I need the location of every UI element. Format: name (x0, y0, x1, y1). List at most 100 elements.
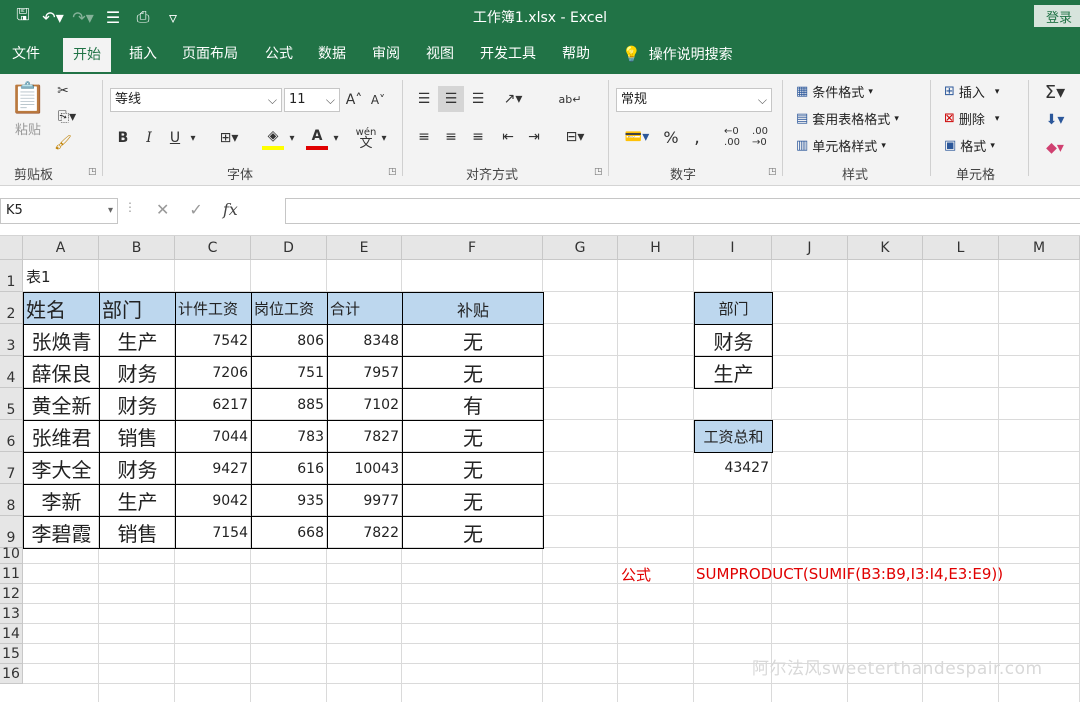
orientation-icon[interactable]: ↗▾ (496, 86, 530, 112)
data-cell[interactable]: 7957 (327, 356, 403, 389)
formula-text-cell[interactable]: SUMPRODUCT(SUMIF(B3:B9,I3:I4,E3:E9)) (694, 564, 1054, 584)
data-cell[interactable]: 7822 (327, 516, 403, 549)
select-all-corner[interactable] (0, 236, 23, 260)
bold-button[interactable]: B (112, 126, 134, 150)
tab-page-layout[interactable]: 页面布局 (182, 34, 238, 74)
data-cell[interactable]: 生产 (99, 324, 176, 357)
data-cell[interactable]: 张焕青 (23, 324, 100, 357)
data-cell[interactable]: 李新 (23, 484, 100, 517)
data-cell[interactable]: 7102 (327, 388, 403, 421)
data-cell[interactable]: 7827 (327, 420, 403, 453)
name-box[interactable]: K5 ▾ (0, 198, 118, 224)
data-cell[interactable]: 7044 (175, 420, 252, 453)
tab-developer[interactable]: 开发工具 (480, 34, 536, 74)
insert-function-icon[interactable]: fx (223, 200, 238, 219)
row-header-6[interactable]: 6 (0, 420, 23, 452)
row-header-14[interactable]: 14 (0, 624, 23, 644)
comma-style-button[interactable]: , (686, 124, 708, 150)
data-cell[interactable]: 无 (402, 516, 544, 549)
italic-button[interactable]: I (138, 126, 160, 150)
percent-style-button[interactable]: % (660, 124, 682, 150)
criteria-cell[interactable]: 生产 (694, 356, 773, 389)
chevron-down-icon[interactable]: ▾ (330, 126, 342, 150)
column-header-l[interactable]: L (923, 236, 999, 260)
font-launcher-icon[interactable]: ◳ (388, 167, 397, 177)
data-cell[interactable]: 9427 (175, 452, 252, 485)
tab-file[interactable]: 文件 (12, 34, 40, 74)
data-cell[interactable]: 8348 (327, 324, 403, 357)
data-cell[interactable]: 668 (251, 516, 328, 549)
data-cell[interactable]: 财务 (99, 356, 176, 389)
header-cell-4[interactable]: 合计 (327, 292, 403, 325)
fill-color-icon[interactable]: ◈ (262, 126, 284, 150)
header-cell-0[interactable]: 姓名 (23, 292, 100, 325)
column-header-h[interactable]: H (618, 236, 694, 260)
data-cell[interactable]: 783 (251, 420, 328, 453)
data-cell[interactable]: 6217 (175, 388, 252, 421)
column-header-e[interactable]: E (327, 236, 402, 260)
column-header-d[interactable]: D (251, 236, 327, 260)
data-cell[interactable]: 9042 (175, 484, 252, 517)
row-header-4[interactable]: 4 (0, 356, 23, 388)
copy-icon[interactable]: ⎘▾ (52, 106, 82, 128)
cancel-icon[interactable]: ✕ (156, 200, 169, 219)
row-header-9[interactable]: 9 (0, 516, 23, 548)
data-cell[interactable]: 无 (402, 484, 544, 517)
data-cell[interactable]: 销售 (99, 420, 176, 453)
grow-font-icon[interactable]: A˄ (344, 88, 364, 112)
data-cell[interactable]: 9977 (327, 484, 403, 517)
data-cell[interactable]: 无 (402, 452, 544, 485)
accounting-format-icon[interactable]: 💳▾ (618, 124, 656, 150)
align-left-icon[interactable]: ≡ (412, 124, 436, 150)
increase-decimal-icon[interactable]: ←0.00 (720, 124, 744, 150)
tab-insert[interactable]: 插入 (129, 34, 157, 74)
data-cell[interactable]: 财务 (99, 388, 176, 421)
total-header-cell[interactable]: 工资总和 (694, 420, 773, 453)
formula-input[interactable] (285, 198, 1080, 224)
align-right-icon[interactable]: ≡ (466, 124, 490, 150)
number-launcher-icon[interactable]: ◳ (768, 167, 777, 177)
row-header-7[interactable]: 7 (0, 452, 23, 484)
column-header-c[interactable]: C (175, 236, 251, 260)
header-cell-2[interactable]: 计件工资 (175, 292, 252, 325)
align-bottom-icon[interactable]: ☰ (466, 86, 490, 112)
column-header-f[interactable]: F (402, 236, 543, 260)
row-header-10[interactable]: 10 (0, 546, 23, 564)
data-cell[interactable]: 7154 (175, 516, 252, 549)
chevron-down-icon[interactable]: ▾ (378, 126, 390, 150)
data-cell[interactable]: 张维君 (23, 420, 100, 453)
header-cell-5[interactable]: 补贴 (402, 292, 544, 325)
chevron-down-icon[interactable]: ▾ (286, 126, 298, 150)
data-cell[interactable]: 935 (251, 484, 328, 517)
alignment-launcher-icon[interactable]: ◳ (594, 167, 603, 177)
cell-a1-table-title[interactable]: 表1 (23, 260, 99, 292)
column-header-g[interactable]: G (543, 236, 618, 260)
data-cell[interactable]: 7542 (175, 324, 252, 357)
row-header-1[interactable]: 1 (0, 260, 23, 292)
tab-home[interactable]: 开始 (63, 38, 111, 74)
insert-cells-button[interactable]: ⊞ 插入 ▾ (944, 82, 999, 101)
data-cell[interactable]: 806 (251, 324, 328, 357)
row-header-15[interactable]: 15 (0, 644, 23, 664)
tab-data[interactable]: 数据 (318, 34, 346, 74)
chevron-down-icon[interactable]: ▾ (186, 126, 200, 150)
formula-label-cell[interactable]: 公式 (618, 564, 694, 584)
data-cell[interactable]: 751 (251, 356, 328, 389)
tab-help[interactable]: 帮助 (562, 34, 590, 74)
font-color-icon[interactable]: A (306, 126, 328, 150)
align-center-icon[interactable]: ≡ (438, 124, 464, 150)
paste-icon[interactable]: 📋 (8, 80, 48, 116)
paste-button[interactable]: 粘贴 (8, 118, 48, 138)
cut-icon[interactable]: ✂ (52, 80, 74, 102)
row-header-13[interactable]: 13 (0, 604, 23, 624)
drag-handle-icon[interactable]: ⋮ (124, 200, 136, 219)
borders-icon[interactable]: ⊞▾ (214, 126, 244, 150)
cell-styles-button[interactable]: ▥ 单元格样式 ▾ (796, 136, 886, 155)
conditional-formatting-button[interactable]: ▦ 条件格式 ▾ (796, 82, 873, 101)
decrease-decimal-icon[interactable]: .00 →0 (748, 124, 772, 150)
data-cell[interactable]: 10043 (327, 452, 403, 485)
data-cell[interactable]: 薛保良 (23, 356, 100, 389)
column-header-m[interactable]: M (999, 236, 1080, 260)
column-header-a[interactable]: A (23, 236, 99, 260)
tab-review[interactable]: 审阅 (372, 34, 400, 74)
